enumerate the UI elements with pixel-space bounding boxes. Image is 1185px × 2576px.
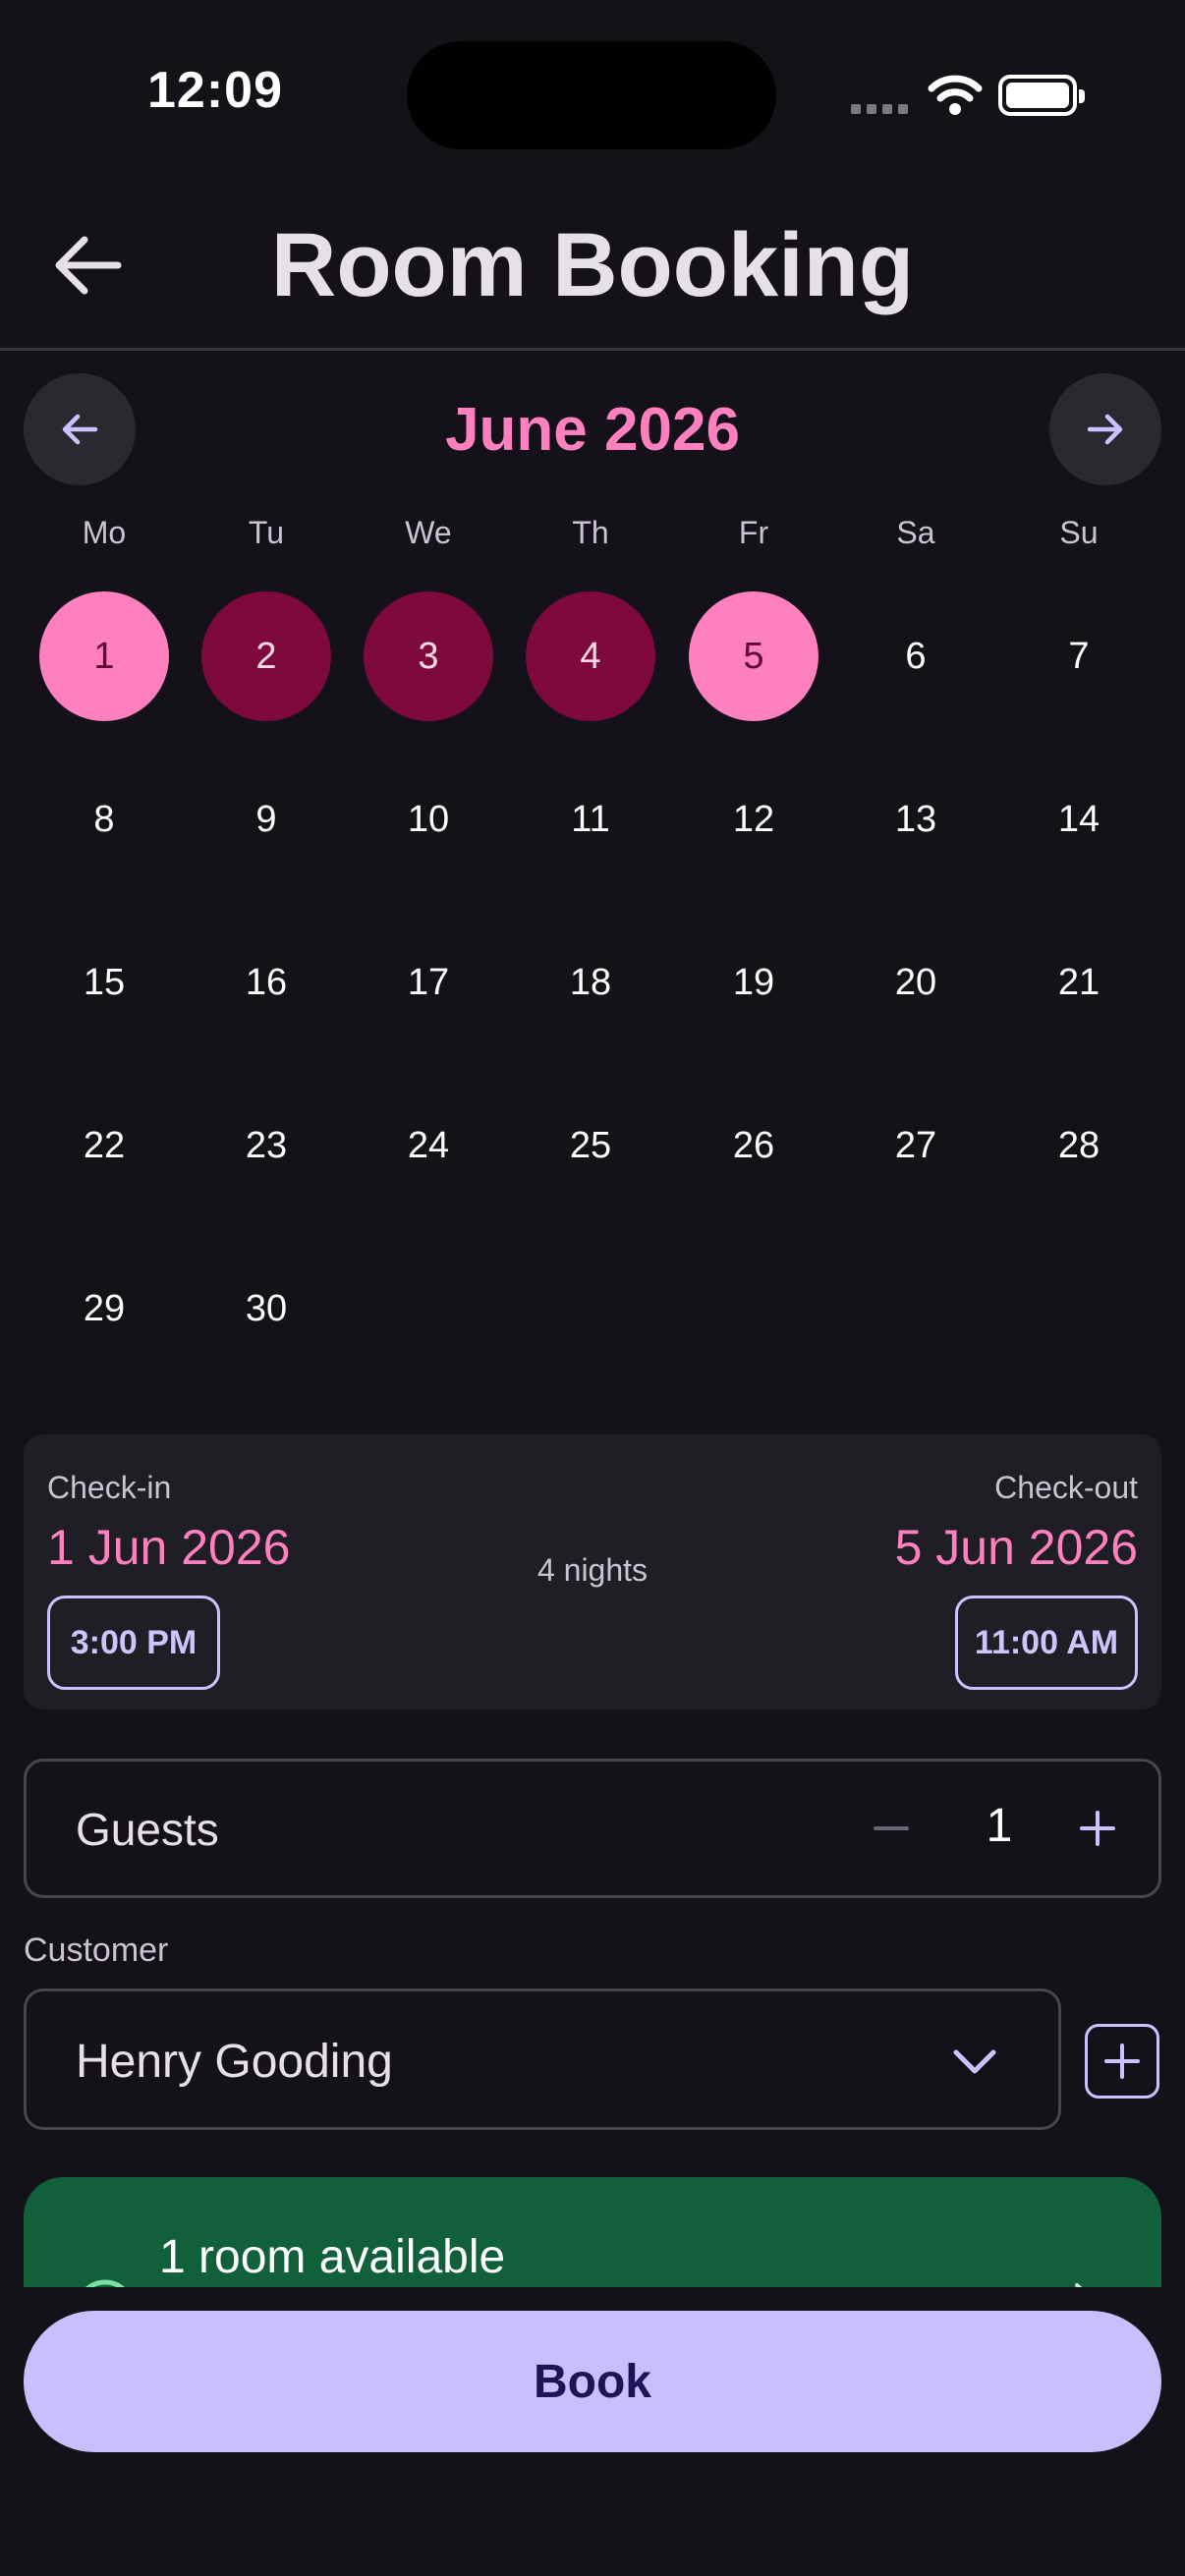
checkin-label: Check-in: [47, 1470, 172, 1505]
calendar-day[interactable]: 27: [851, 1081, 981, 1210]
availability-card: 1 room available: [24, 2177, 1161, 2287]
calendar-day[interactable]: 30: [201, 1244, 331, 1373]
page-title: Room Booking: [270, 215, 915, 315]
header-divider: [0, 348, 1185, 351]
customer-select[interactable]: Henry Gooding: [24, 1988, 1061, 2130]
calendar-day[interactable]: 4: [526, 591, 655, 721]
guests-label: Guests: [76, 1804, 219, 1855]
checkout-time-chip[interactable]: 11:00 AM: [955, 1596, 1138, 1690]
weekday-label: Mo: [82, 515, 127, 550]
calendar-day[interactable]: 16: [201, 918, 331, 1047]
calendar-day[interactable]: 14: [1014, 755, 1144, 884]
wifi-icon: [928, 73, 983, 121]
weekday-label: Tu: [248, 515, 285, 550]
weekday-label: Fr: [738, 515, 769, 550]
calendar-day[interactable]: 10: [364, 755, 493, 884]
weekday-label: Su: [1059, 515, 1099, 550]
calendar-day[interactable]: 13: [851, 755, 981, 884]
availability-banner[interactable]: 1 room available: [24, 2177, 1161, 2287]
chevron-down-icon: [950, 2037, 999, 2091]
calendar-day[interactable]: 20: [851, 918, 981, 1047]
calendar-day[interactable]: 18: [526, 918, 655, 1047]
status-time: 12:09: [147, 62, 283, 119]
weekday-label: Sa: [896, 515, 935, 550]
availability-text: 1 room available: [159, 2231, 506, 2283]
calendar-day[interactable]: 23: [201, 1081, 331, 1210]
checkin-time-chip[interactable]: 3:00 PM: [47, 1596, 220, 1690]
checkout-label: Check-out: [994, 1470, 1138, 1505]
guests-count: 1: [986, 1800, 1013, 1852]
weekday-label: We: [405, 515, 452, 550]
customer-label: Customer: [24, 1932, 169, 1969]
increase-guests-button[interactable]: [1058, 1789, 1137, 1868]
calendar-day[interactable]: 3: [364, 591, 493, 721]
guests-stepper: Guests 1: [24, 1759, 1161, 1898]
minus-icon: [874, 1826, 909, 1830]
calendar-day[interactable]: 21: [1014, 918, 1144, 1047]
calendar-day[interactable]: 22: [39, 1081, 169, 1210]
next-month-button[interactable]: [1049, 373, 1161, 485]
calendar-day[interactable]: 8: [39, 755, 169, 884]
battery-icon: [998, 75, 1085, 116]
decrease-guests-button[interactable]: [852, 1789, 931, 1868]
add-customer-button[interactable]: [1085, 2024, 1159, 2099]
arrow-right-icon: [1087, 414, 1123, 445]
book-button[interactable]: Book: [24, 2311, 1161, 2452]
weekday-label: Th: [572, 515, 609, 550]
calendar-day[interactable]: 12: [689, 755, 818, 884]
checkout-date[interactable]: 5 Jun 2026: [895, 1519, 1138, 1576]
weekday-header: Mo Tu We Th Fr Sa Su: [0, 515, 1185, 564]
calendar-day[interactable]: 17: [364, 918, 493, 1047]
calendar-day[interactable]: 1: [39, 591, 169, 721]
calendar-day[interactable]: 29: [39, 1244, 169, 1373]
check-circle-icon: [71, 2275, 140, 2287]
calendar-day[interactable]: 9: [201, 755, 331, 884]
calendar-day[interactable]: 5: [689, 591, 818, 721]
calendar-day[interactable]: 7: [1014, 591, 1144, 721]
month-label: June 2026: [445, 396, 740, 464]
plus-icon: [1080, 1811, 1115, 1846]
calendar-day[interactable]: 24: [364, 1081, 493, 1210]
calendar-day[interactable]: 25: [526, 1081, 655, 1210]
calendar-day[interactable]: 28: [1014, 1081, 1144, 1210]
dynamic-island: [407, 41, 776, 149]
cellular-signal-icon: [851, 104, 908, 114]
calendar-day[interactable]: 6: [851, 591, 981, 721]
stay-summary-card: Check-in 1 Jun 2026 3:00 PM 4 nights Che…: [24, 1434, 1161, 1709]
calendar-day[interactable]: 2: [201, 591, 331, 721]
customer-value: Henry Gooding: [76, 2036, 393, 2088]
chevron-right-icon: [1065, 2279, 1104, 2287]
calendar-day[interactable]: 26: [689, 1081, 818, 1210]
calendar-day[interactable]: 11: [526, 755, 655, 884]
calendar-day[interactable]: 19: [689, 918, 818, 1047]
plus-icon: [1104, 2044, 1140, 2079]
calendar-day[interactable]: 15: [39, 918, 169, 1047]
